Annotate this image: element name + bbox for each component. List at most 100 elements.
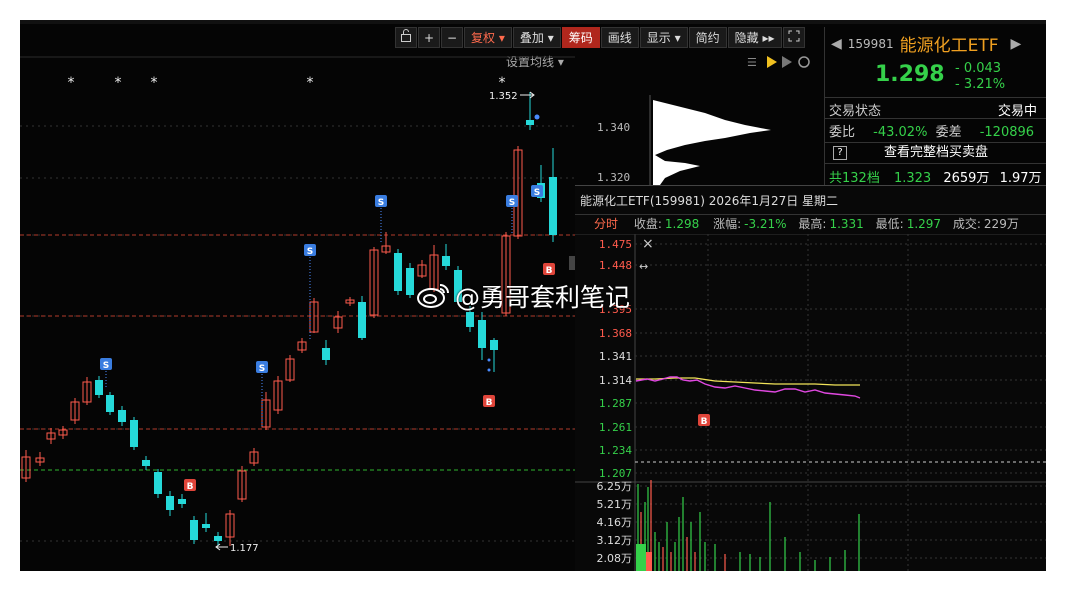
sell-signal: S [534,188,540,198]
yincang-button[interactable]: 隐藏 ▸▸ [727,27,782,48]
candle-body [394,253,402,291]
price-axis-label: 1.341 [599,350,632,363]
full-orderbook-button[interactable]: ? 查看完整档买卖盘 [825,142,1046,164]
candle-body [154,472,162,494]
candle-body [166,496,174,510]
buy-signal: B [486,398,493,408]
trading-app: + − 复权 ▾ 叠加 ▾ 筹码 画线 显示 ▾ 简约 隐藏 ▸▸ 设置均线 ▾… [20,20,1046,571]
intraday-tab[interactable]: 分时 [594,217,618,231]
pct-label: 涨幅: [713,217,742,231]
close-value: 1.298 [664,217,700,231]
volume-axis-label: 3.12万 [597,534,633,547]
star-marker: * [115,75,122,91]
price-axis-label: 1.448 [599,259,632,272]
next-icon[interactable]: ▶ [1011,36,1022,52]
chip-distribution: ☰ 1.340 1.320 [597,56,810,185]
candle-body [202,524,210,528]
price-axis-label: 1.234 [599,444,632,457]
buy-signal-label: B [701,417,708,427]
huaxian-button[interactable]: 画线 [600,27,639,48]
avg-price-line [636,377,860,386]
change-percent: - 3.21% [955,77,1006,92]
star-marker: * [307,75,314,91]
sell-signal: S [103,361,109,371]
candle-body [190,520,198,540]
chip-tools[interactable]: ☰ [747,56,810,69]
price-axis-label: 1.368 [599,327,632,340]
vol-value: 229万 [983,217,1019,231]
levels-volume: 1.97万 [999,171,1042,186]
chip-axis-label: 1.320 [597,171,630,184]
vol-label: 成交: [952,217,981,231]
signal-dot [534,114,540,120]
price-axis-label: 1.287 [599,397,632,410]
full-orderbook-label: 查看完整档买卖盘 [883,145,988,160]
levels-row: 共132档 1.323 2659万 1.97万 [829,167,1042,186]
weibi-value: -43.02% [873,125,928,140]
weicha-value: -120896 [979,125,1035,140]
close-icon: × [642,236,654,252]
levels-price: 1.323 [893,171,932,186]
help-icon: ? [833,146,847,160]
chip-axis-label: 1.340 [597,121,630,134]
close-label: 收盘: [633,217,662,231]
ticker-name: 能源化工ETF [899,36,999,56]
high-arrow [520,91,535,99]
svg-text:☰: ☰ [747,56,757,69]
price-change: - 0.043 - 3.21% [955,61,1005,93]
volume-axis-label: 5.21万 [597,498,633,511]
weicha-label: 委差 [935,125,962,140]
candle-body [406,268,414,295]
price-axis-label: 1.314 [599,374,632,387]
volume-block [636,544,646,571]
popup-title: 能源化工ETF(159981) 2026年1月27日 星期二 [580,194,839,208]
status-value: 交易中 [997,104,1037,119]
expand-icon[interactable] [782,27,805,48]
low-price-label: 1.177 [230,543,259,554]
price-axis-label: 1.261 [599,421,632,434]
jianyue-button[interactable]: 简约 [688,27,727,48]
star-marker: * [68,75,75,91]
volume-axis-label: 2.08万 [597,552,633,565]
sell-signal: S [307,247,313,257]
low-value: 1.297 [906,217,942,231]
price-axis-label: 1.207 [599,467,632,480]
yincang-label: 隐藏 [734,31,759,45]
xianshi-button[interactable]: 显示 ▾ [639,27,688,48]
resize-icon: ↔ [639,260,648,273]
candle-body [130,420,138,447]
status-label: 交易状态 [829,104,882,119]
candle-body [142,460,150,466]
weibi-label: 委比 [829,125,856,140]
chip-histogram [653,100,771,185]
candle-body [178,499,186,504]
candle-body [322,348,330,360]
candle-body [95,380,103,395]
xianshi-label: 显示 [646,31,671,45]
intraday-popup: 能源化工ETF(159981) 2026年1月27日 星期二 分时 收盘: 1.2… [575,185,1046,571]
popup-info-bar: 分时 收盘: 1.298 涨幅: -3.21% 最高: 1.331 最低: 1.297 … [575,214,1046,235]
signal-dot [487,358,491,362]
high-value: 1.331 [829,217,864,231]
star-marker: * [151,75,158,91]
prev-icon[interactable]: ◀ [831,36,842,52]
sell-signal: S [378,198,384,208]
low-label: 最低: [875,217,904,231]
change-value: - 0.043 [955,61,1002,76]
price-axis-label: 1.475 [599,238,632,251]
pct-value: -3.21% [744,217,787,231]
volume-block [646,552,652,571]
sell-signal: S [509,198,515,208]
candle-body [118,410,126,422]
ticker-code: 159981 [847,36,894,51]
candle-body [490,340,498,350]
high-label: 最高: [798,217,827,231]
weibo-icon [417,284,449,308]
candle-body [358,302,366,338]
candle-body [478,320,486,348]
quote-panel: ◀ 159981 能源化工ETF ▶ 1.298 - 0.043 - 3.21%… [824,27,1046,187]
weibi-row: 委比 -43.02% 委差 -120896 [829,121,1034,140]
last-price: 1.298 [875,62,945,87]
intraday-chart[interactable]: 1.4751.4481.3951.3681.3411.3141.2871.261… [575,234,1046,571]
candle-body [466,312,474,327]
